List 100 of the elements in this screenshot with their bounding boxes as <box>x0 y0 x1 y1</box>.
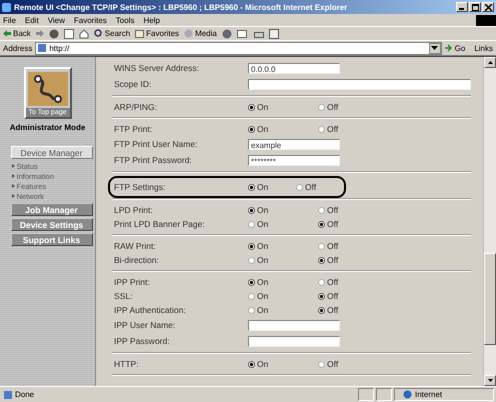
maximize-icon <box>472 4 478 10</box>
input-field[interactable] <box>248 78 471 90</box>
radio-label: Off <box>327 359 338 369</box>
radio-button[interactable] <box>318 206 325 214</box>
field-label: RAW Print: <box>114 241 157 251</box>
links-button[interactable]: Links <box>468 44 493 52</box>
status-text: Done <box>15 390 34 399</box>
home-icon[interactable] <box>78 28 89 38</box>
mode-label: Administrator Mode <box>10 123 86 132</box>
input-field[interactable] <box>248 320 340 330</box>
radio-label: Off <box>305 182 316 192</box>
field-label: LPD Print: <box>114 205 154 215</box>
field-label: HTTP: <box>114 359 140 369</box>
radio-label: On <box>257 291 268 301</box>
address-field[interactable]: http:// <box>35 42 442 54</box>
field-label: FTP Print Password: <box>114 155 193 165</box>
close-button[interactable] <box>482 2 494 12</box>
caret-icon <box>431 46 438 50</box>
back-arrow-icon <box>3 30 11 37</box>
radio-button[interactable] <box>248 104 255 110</box>
radio-button[interactable] <box>318 278 325 286</box>
zone-text: Internet <box>415 390 442 399</box>
menu-item[interactable]: View <box>48 16 65 24</box>
triangle-icon <box>12 184 14 188</box>
triangle-icon <box>12 164 14 168</box>
radio-button[interactable] <box>248 360 255 368</box>
scroll-up-button[interactable] <box>484 57 496 68</box>
radio-label: On <box>257 205 268 215</box>
status-pane <box>376 388 392 401</box>
radio-button[interactable] <box>248 292 255 300</box>
radio-label: On <box>257 219 268 229</box>
media-button[interactable]: Media <box>184 29 217 38</box>
radio-label: On <box>257 255 268 265</box>
down-arrow-icon <box>488 379 492 382</box>
status-pane <box>358 388 374 401</box>
device-manager-button[interactable]: Device Manager <box>10 146 92 159</box>
menu-item[interactable]: Tools <box>116 16 134 24</box>
search-icon <box>94 29 103 38</box>
field-label: FTP Settings: <box>114 182 166 192</box>
radio-button[interactable] <box>318 220 325 228</box>
field-label: IPP Authentication: <box>114 305 187 315</box>
page-icon <box>4 390 12 398</box>
menu-item[interactable]: File <box>3 16 16 24</box>
input-field[interactable] <box>248 336 340 346</box>
radio-button[interactable] <box>248 126 255 132</box>
field-label: Print LPD Banner Page: <box>114 219 206 229</box>
radio-label: On <box>257 124 268 134</box>
back-button[interactable]: Back <box>3 29 31 38</box>
address-label: Address <box>3 44 32 52</box>
radio-button[interactable] <box>318 104 325 110</box>
field-label: IPP User Name: <box>114 320 176 330</box>
search-button[interactable]: Search <box>94 29 130 38</box>
radio-button[interactable] <box>248 306 255 314</box>
field-label: SSL: <box>114 291 134 301</box>
up-arrow-icon <box>488 61 492 64</box>
minimize-button[interactable] <box>456 2 468 12</box>
page-icon <box>38 44 46 52</box>
menu-item[interactable]: Help <box>143 16 160 24</box>
radio-label: Off <box>327 241 338 251</box>
radio-label: Off <box>327 124 338 134</box>
radio-button[interactable] <box>248 184 255 190</box>
input-field[interactable]: example <box>248 138 340 150</box>
field-label: FTP Print: <box>114 124 154 134</box>
window-title: Remote UI <Change TCP/IP Settings> : LBP5960 ; LBP5960 - Microsoft Internet Explorer <box>14 2 348 12</box>
radio-button[interactable] <box>318 360 325 368</box>
scroll-down-button[interactable] <box>484 375 496 386</box>
field-label: Scope ID: <box>114 79 152 89</box>
radio-button[interactable] <box>296 184 303 190</box>
favorites-button[interactable]: Favorites <box>135 29 180 38</box>
radio-button[interactable] <box>248 242 255 250</box>
radio-label: Off <box>327 219 338 229</box>
radio-label: Off <box>327 255 338 265</box>
radio-label: On <box>257 359 268 369</box>
radio-button[interactable] <box>248 220 255 228</box>
scrollbar[interactable] <box>483 57 496 386</box>
radio-button[interactable] <box>318 256 325 264</box>
field-label: IPP Password: <box>114 336 171 346</box>
radio-button[interactable] <box>248 256 255 264</box>
scroll-thumb[interactable] <box>484 253 496 345</box>
close-icon <box>484 4 492 10</box>
menu-item[interactable]: Favorites <box>74 16 107 24</box>
radio-label: On <box>257 277 268 287</box>
radio-button[interactable] <box>318 292 325 300</box>
menu-item[interactable]: Edit <box>24 16 39 24</box>
field-label: Bi-direction: <box>114 255 160 265</box>
radio-label: Off <box>327 277 338 287</box>
dropdown-button[interactable] <box>428 42 441 54</box>
radio-button[interactable] <box>318 126 325 132</box>
input-field[interactable]: ******** <box>248 154 340 166</box>
go-button[interactable]: Go <box>444 44 466 52</box>
radio-button[interactable] <box>248 206 255 214</box>
input-field[interactable]: 0.0.0.0 <box>248 62 340 74</box>
field-label: WINS Server Address: <box>114 63 200 73</box>
triangle-icon <box>12 194 14 198</box>
radio-button[interactable] <box>248 278 255 286</box>
radio-button[interactable] <box>318 306 325 314</box>
field-label: ARP/PING: <box>114 102 158 112</box>
maximize-button[interactable] <box>469 2 481 12</box>
radio-button[interactable] <box>318 242 325 250</box>
radio-label: Off <box>327 305 338 315</box>
